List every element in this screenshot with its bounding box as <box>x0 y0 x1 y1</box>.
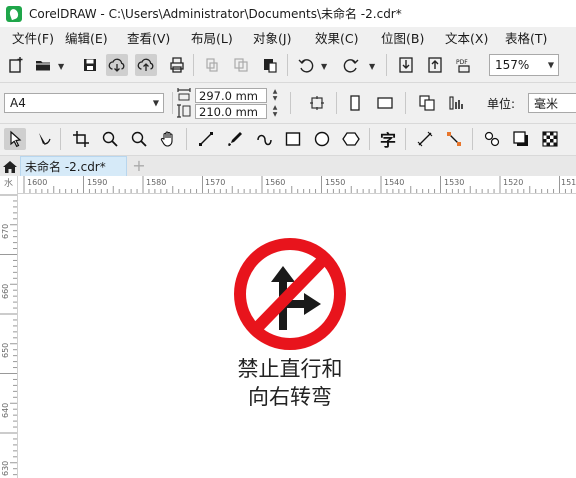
cut-icon[interactable] <box>201 54 223 76</box>
ruler-label-1580: 1580 <box>146 178 167 187</box>
page-width-field[interactable]: 297.0 mm <box>195 88 267 103</box>
chevron-down-icon: ▼ <box>547 60 554 70</box>
menu-layout[interactable]: 布局(L) <box>179 28 241 47</box>
import-icon[interactable] <box>395 54 417 76</box>
page-width-icon <box>175 86 193 102</box>
cloud-download-icon[interactable] <box>106 54 128 76</box>
menu-view[interactable]: 查看(V) <box>115 28 179 47</box>
pick-tool-icon[interactable] <box>4 128 26 150</box>
document-tab-label: 未命名 -2.cdr* <box>25 160 106 174</box>
text-tool-icon[interactable]: 字 <box>377 128 399 150</box>
page-size-value: A4 <box>10 96 26 110</box>
menu-object[interactable]: 对象(J) <box>241 28 303 47</box>
zoom-level-combo[interactable]: 157% ▼ <box>489 54 559 76</box>
vertical-ruler[interactable]: 670 660 650 640 630 <box>0 193 18 478</box>
document-tab-bar: 未命名 -2.cdr* + <box>0 155 576 177</box>
zoom-level-value: 157% <box>495 58 530 72</box>
ruler-label-1560: 1560 <box>265 178 286 187</box>
standard-toolbar: ▼ ▼ ▼ PDF 157% ▼ <box>0 48 576 82</box>
ruler-label-1600: 1600 <box>27 178 48 187</box>
shape-tool-icon[interactable] <box>33 128 55 150</box>
menu-bar: 文件(F) 编辑(E) 查看(V) 布局(L) 对象(J) 效果(C) 位图(B… <box>0 27 576 48</box>
units-value: 毫米 <box>534 96 559 111</box>
ruler-label-151: 151 <box>561 178 576 187</box>
portrait-icon[interactable] <box>344 92 366 114</box>
shadow-tool-icon[interactable] <box>510 128 532 150</box>
connector-tool-icon[interactable] <box>443 128 465 150</box>
polygon-tool-icon[interactable] <box>340 128 362 150</box>
ruler-label-1550: 1550 <box>325 178 346 187</box>
pan-tool-icon[interactable] <box>157 128 179 150</box>
title-bar: CorelDRAW - C:\Users\Administrator\Docum… <box>0 0 576 27</box>
copy-icon[interactable] <box>230 54 252 76</box>
vruler-label-640: 640 <box>1 402 10 418</box>
artistic-media-icon[interactable] <box>224 128 246 150</box>
print-icon[interactable] <box>166 54 188 76</box>
coreldraw-logo-icon <box>6 5 22 22</box>
add-tab-icon[interactable]: + <box>131 157 147 175</box>
freehand-tool-icon[interactable] <box>195 128 217 150</box>
bezier-tool-icon[interactable] <box>253 128 275 150</box>
ruler-origin-corner[interactable]: 水 <box>0 176 18 194</box>
export-icon[interactable] <box>424 54 446 76</box>
open-dropdown-icon[interactable]: ▼ <box>58 62 64 71</box>
menu-table[interactable]: 表格(T) <box>493 28 553 47</box>
width-spinner[interactable]: ▲ ▼ <box>268 88 282 103</box>
sign-caption-line2: 向右转弯 <box>248 385 332 409</box>
redo-dropdown-icon[interactable]: ▼ <box>369 62 375 71</box>
menu-text[interactable]: 文本(X) <box>433 28 493 47</box>
vruler-label-670: 670 <box>1 223 10 239</box>
page-orientation-icon[interactable] <box>306 92 328 114</box>
page-height-icon <box>175 103 193 119</box>
svg-text:PDF: PDF <box>456 59 468 66</box>
sign-caption[interactable]: 禁止直行和 向右转弯 <box>200 355 380 411</box>
sign-caption-line1: 禁止直行和 <box>237 357 343 381</box>
chevron-down-icon: ▼ <box>152 98 159 108</box>
window-title: CorelDRAW - C:\Users\Administrator\Docum… <box>29 7 402 21</box>
vruler-label-650: 650 <box>1 342 10 358</box>
ruler-label-1520: 1520 <box>503 178 524 187</box>
units-select[interactable]: 毫米 <box>528 93 576 113</box>
current-page-icon[interactable] <box>446 92 468 114</box>
page-height-field[interactable]: 210.0 mm <box>195 104 267 119</box>
undo-dropdown-icon[interactable]: ▼ <box>321 62 327 71</box>
menu-edit[interactable]: 编辑(E) <box>53 28 115 47</box>
height-spinner[interactable]: ▲ ▼ <box>268 104 282 119</box>
open-folder-icon[interactable] <box>32 54 54 76</box>
redo-icon[interactable] <box>340 54 362 76</box>
property-bar: A4 ▼ 297.0 mm ▲ ▼ 210.0 mm ▲ ▼ 单位: 毫米 <box>0 82 576 123</box>
dimension-tool-icon[interactable] <box>414 128 436 150</box>
ruler-label-1570: 1570 <box>205 178 226 187</box>
ruler-label-1590: 1590 <box>87 178 108 187</box>
undo-icon[interactable] <box>295 54 317 76</box>
menu-file[interactable]: 文件(F) <box>0 28 54 47</box>
vruler-label-660: 660 <box>1 283 10 299</box>
ruler-label-1530: 1530 <box>444 178 465 187</box>
paste-icon[interactable] <box>259 54 281 76</box>
new-document-icon[interactable] <box>5 54 27 76</box>
pan-zoom-icon[interactable] <box>128 128 150 150</box>
ruler-label-1540: 1540 <box>384 178 405 187</box>
pdf-icon[interactable]: PDF <box>453 54 475 76</box>
menu-bitmaps[interactable]: 位图(B) <box>369 28 433 47</box>
zoom-tool-icon[interactable] <box>99 128 121 150</box>
home-icon[interactable] <box>2 159 18 175</box>
transparency-tool-icon[interactable] <box>539 128 561 150</box>
landscape-icon[interactable] <box>374 92 396 114</box>
page-size-select[interactable]: A4 ▼ <box>4 93 164 113</box>
toolbox: 字 <box>0 123 576 155</box>
units-label: 单位: <box>487 97 516 111</box>
crop-tool-icon[interactable] <box>70 128 92 150</box>
rectangle-tool-icon[interactable] <box>282 128 304 150</box>
horizontal-ruler[interactable]: 1600 1590 1580 1570 1560 1550 1540 1530 … <box>0 176 576 194</box>
save-icon[interactable] <box>79 54 101 76</box>
no-straight-or-right-turn-sign[interactable] <box>232 236 348 352</box>
blend-tool-icon[interactable] <box>481 128 503 150</box>
cloud-upload-icon[interactable] <box>135 54 157 76</box>
vruler-label-630: 630 <box>1 460 10 476</box>
menu-effects[interactable]: 效果(C) <box>303 28 369 47</box>
all-pages-icon[interactable] <box>416 92 438 114</box>
tab-document[interactable]: 未命名 -2.cdr* <box>20 156 127 177</box>
ellipse-tool-icon[interactable] <box>311 128 333 150</box>
